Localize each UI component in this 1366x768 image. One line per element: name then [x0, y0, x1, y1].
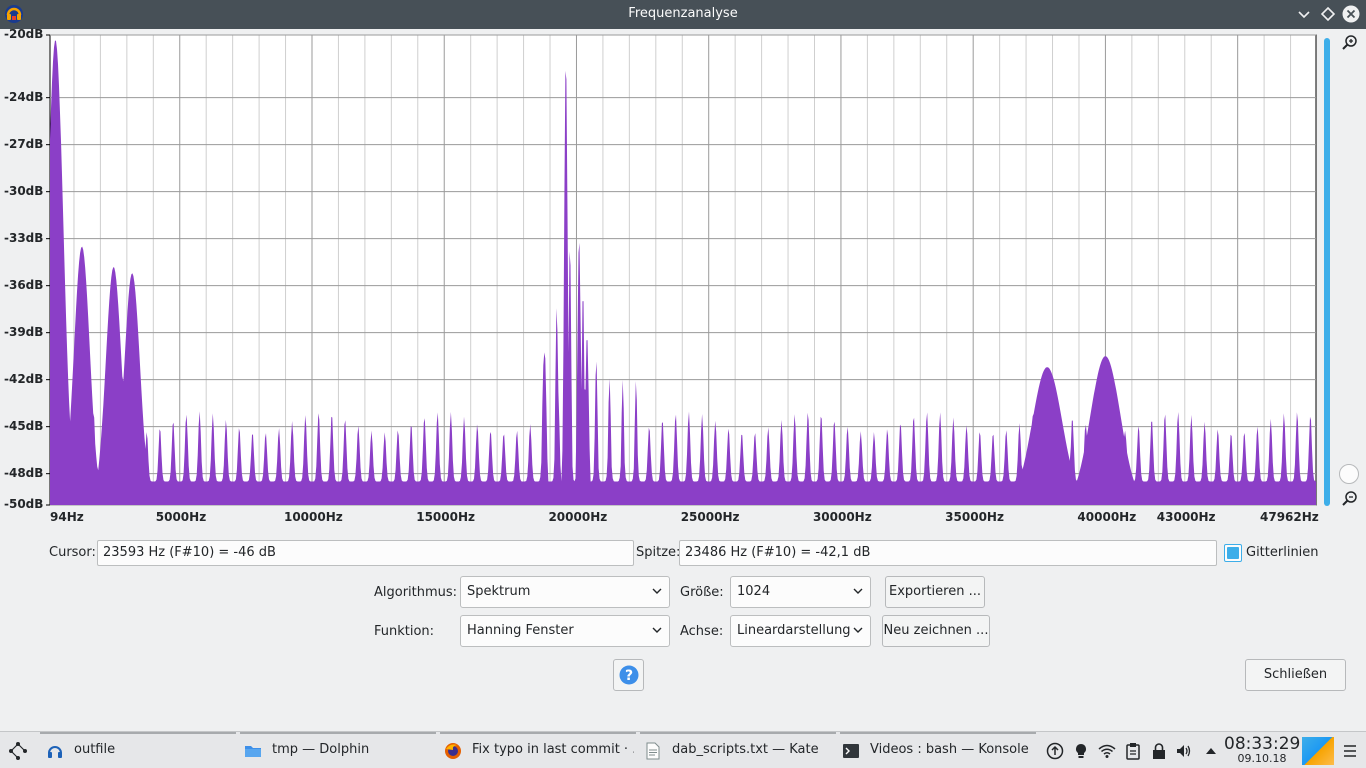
x-tick-label: 20000Hz [548, 510, 608, 524]
x-tick-label: 30000Hz [812, 510, 872, 524]
task-label: outfile [74, 742, 116, 757]
zoom-scrollbar-track[interactable] [1324, 38, 1330, 506]
peak-value-field[interactable]: 23486 Hz (F#10) = -42,1 dB [679, 540, 1217, 566]
window-title: Frequenzanalyse [628, 6, 738, 21]
headphones-icon [48, 746, 62, 758]
task-kate[interactable]: dab_scripts.txt — Kate [644, 735, 834, 766]
y-tick-label: -30dB [4, 183, 44, 198]
algorithm-select[interactable]: Spektrum [460, 576, 670, 608]
x-tick-label: 15000Hz [416, 510, 475, 524]
text-document-icon [646, 742, 660, 760]
x-tick-label: 5000Hz [155, 510, 207, 524]
task-underline [840, 732, 1036, 734]
y-tick-label: -50dB [4, 497, 44, 511]
volume-icon[interactable] [1175, 742, 1193, 760]
notification-bulb-icon[interactable] [1072, 742, 1090, 760]
x-tick-label: 40000Hz [1077, 510, 1137, 524]
axis-select[interactable]: Lineardarstellung [730, 615, 871, 647]
task-label: Videos : bash — Konsole [870, 742, 1029, 757]
title-bar: Frequenzanalyse [0, 0, 1366, 29]
close-window-icon[interactable] [1342, 5, 1360, 23]
vertical-zoom-controls [1321, 34, 1361, 514]
taskbar: outfile tmp — Dolphin Fix typo in last c… [0, 731, 1366, 768]
clipboard-icon[interactable] [1124, 742, 1142, 760]
lock-icon[interactable] [1150, 742, 1168, 760]
clock[interactable]: 08:33:29 09.10.18 [1224, 734, 1300, 765]
y-tick-label: -27dB [4, 136, 44, 151]
checkbox-checkmark [1227, 547, 1239, 559]
task-underline [40, 732, 236, 734]
redraw-button[interactable]: Neu zeichnen ... [882, 615, 990, 647]
x-tick-label: 43000Hz [1156, 510, 1216, 524]
task-underline [640, 732, 836, 734]
y-tick-label: -24dB [4, 89, 44, 104]
spectrum-chart[interactable] [0, 29, 1366, 531]
gridlines-checkbox[interactable] [1224, 544, 1242, 562]
task-outfile[interactable]: outfile [46, 735, 236, 766]
y-tick-label: -36dB [4, 277, 44, 292]
gridlines-label[interactable]: Gitterlinien [1246, 545, 1319, 560]
task-label: dab_scripts.txt — Kate [672, 742, 819, 757]
cursor-value-field[interactable]: 23593 Hz (F#10) = -46 dB [97, 540, 634, 566]
cursor-label: Cursor: [49, 545, 96, 560]
update-icon[interactable] [1046, 742, 1064, 760]
y-tick-label: -48dB [4, 465, 44, 480]
zoom-slider-handle[interactable] [1339, 464, 1359, 484]
clock-time: 08:33:29 [1224, 734, 1301, 754]
x-tick-label: 94Hz [50, 510, 84, 524]
function-select[interactable]: Hanning Fenster [460, 615, 670, 647]
export-button[interactable]: Exportieren ... [885, 576, 985, 608]
y-tick-label: -39dB [4, 324, 44, 339]
size-select[interactable]: 1024 [730, 576, 871, 608]
task-firefox[interactable]: Fix typo in last commit · ... [444, 735, 634, 766]
size-label: Größe: [680, 585, 724, 600]
svg-text:?: ? [625, 668, 633, 684]
terminal-icon [843, 744, 859, 758]
task-konsole[interactable]: Videos : bash — Konsole [842, 735, 1036, 766]
maximize-icon[interactable] [1319, 5, 1337, 23]
task-underline [440, 732, 636, 734]
help-icon: ? [619, 665, 639, 685]
chevron-down-icon [652, 588, 662, 594]
menu-icon[interactable] [1341, 742, 1359, 760]
task-label: Fix typo in last commit · ... [472, 742, 634, 757]
tray-expand-icon[interactable] [1202, 742, 1220, 760]
peak-label: Spitze: [636, 545, 681, 560]
x-tick-label: 35000Hz [945, 510, 1004, 524]
firefox-icon [445, 743, 461, 759]
axis-label: Achse: [680, 624, 724, 639]
close-button[interactable]: Schließen [1245, 659, 1346, 691]
wifi-icon[interactable] [1098, 742, 1116, 760]
function-selected-value: Hanning Fenster [467, 623, 574, 638]
chevron-down-icon [853, 627, 863, 633]
spectrum-plot-area: -20dB -24dB -27dB -30dB -33dB -36dB -39dB -42dB… [0, 27, 1366, 531]
axis-selected-value: Lineardarstellung [737, 623, 851, 638]
application-launcher-icon[interactable] [7, 740, 29, 762]
algorithm-label: Algorithmus: [374, 585, 458, 600]
chevron-down-icon [853, 588, 863, 594]
task-dolphin[interactable]: tmp — Dolphin [244, 735, 434, 766]
y-tick-label: -42dB [4, 371, 44, 386]
y-tick-label: -33dB [4, 230, 44, 245]
chevron-down-icon [652, 627, 662, 633]
x-tick-label: 47962Hz [1260, 510, 1319, 524]
help-button[interactable]: ? [613, 659, 644, 691]
task-label: tmp — Dolphin [272, 742, 370, 757]
desktop-preview-icon[interactable] [1302, 737, 1334, 765]
size-selected-value: 1024 [737, 584, 771, 599]
zoom-in-icon[interactable] [1341, 34, 1359, 52]
y-tick-label: -20dB [4, 27, 44, 41]
task-underline [240, 732, 436, 734]
y-tick-label: -45dB [4, 418, 44, 433]
algorithm-selected-value: Spektrum [467, 584, 531, 599]
x-tick-label: 10000Hz [283, 510, 343, 524]
zoom-out-icon[interactable] [1341, 490, 1359, 508]
folder-icon [245, 746, 261, 757]
minimize-icon[interactable] [1295, 5, 1313, 23]
function-label: Funktion: [374, 624, 435, 639]
x-tick-label: 25000Hz [680, 510, 740, 524]
